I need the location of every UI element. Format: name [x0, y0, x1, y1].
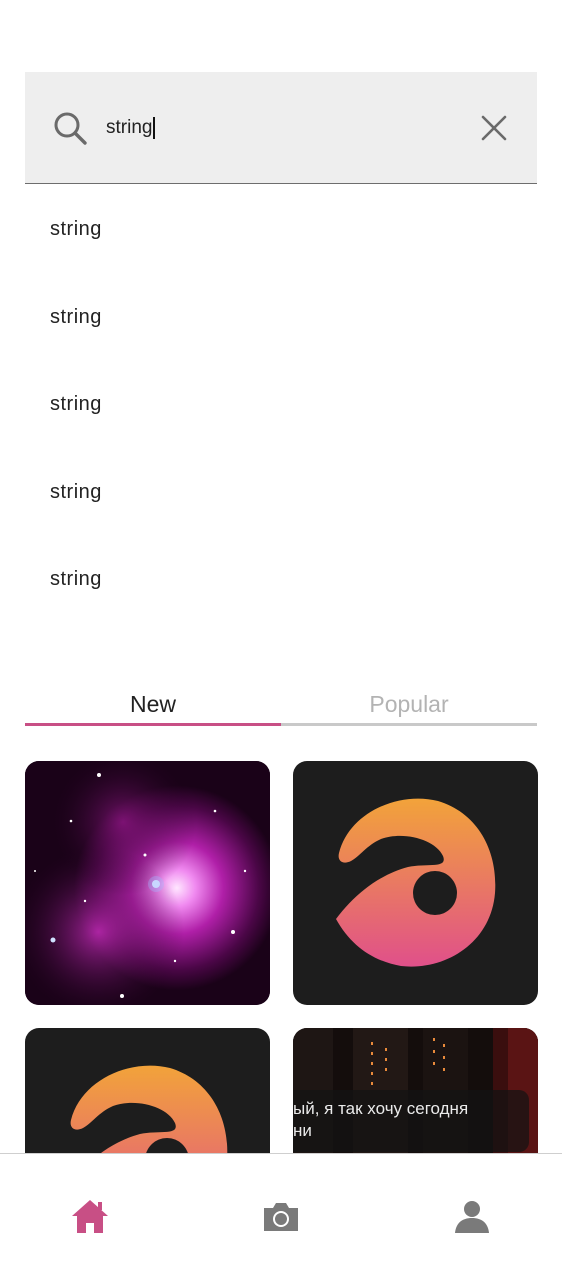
feed-item-nebula[interactable]: [25, 761, 270, 1005]
app-logo-image: [293, 761, 538, 1005]
video-subtitle: ый, я так хочу сегодня ни: [293, 1090, 529, 1152]
feed-grid: ый, я так хочу сегодня ни: [0, 0, 562, 1154]
profile-icon[interactable]: [452, 1197, 492, 1237]
feed-item-logo[interactable]: [293, 761, 538, 1005]
app-logo-image: [25, 1028, 270, 1154]
feed-item-logo[interactable]: [25, 1028, 270, 1154]
feed-item-video[interactable]: ый, я так хочу сегодня ни: [293, 1028, 538, 1154]
home-icon[interactable]: [70, 1197, 110, 1237]
bottom-nav: [0, 1153, 562, 1280]
nebula-image: [25, 761, 270, 1005]
camera-icon[interactable]: [261, 1197, 301, 1237]
